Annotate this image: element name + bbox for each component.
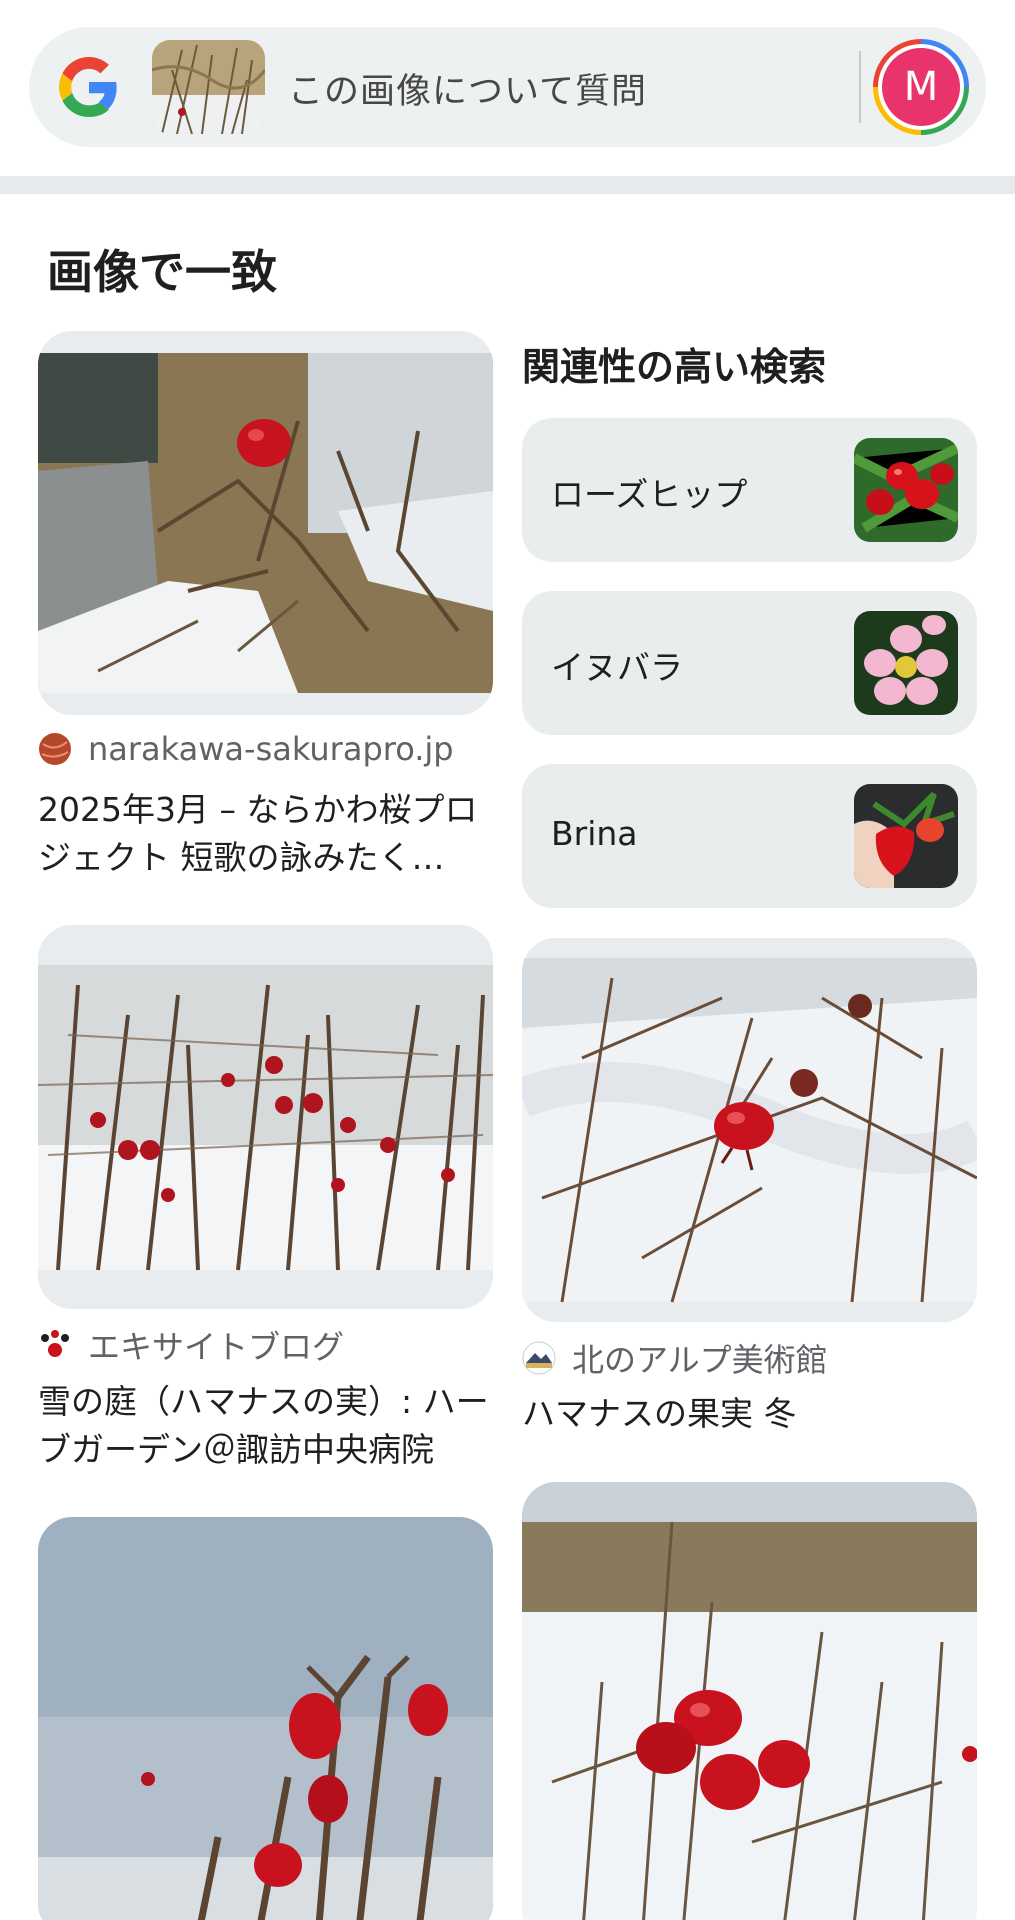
related-search-dog-rose[interactable]: イヌバラ	[522, 591, 977, 735]
result-title[interactable]: 2025年3月 – ならかわ桜プロジェクト 短歌の詠みたく…	[38, 786, 498, 882]
result-title[interactable]: ハマナスの果実 冬	[522, 1390, 982, 1438]
result-title[interactable]: 雪の庭（ハマナスの実）: ハーブガーデン＠諏訪中央病院	[38, 1378, 498, 1474]
related-search-rosehip[interactable]: ローズヒップ	[522, 418, 977, 562]
result-image[interactable]	[38, 925, 493, 1309]
source-name: narakawa-sakurapro.jp	[88, 730, 454, 768]
source-name: エキサイトブログ	[88, 1328, 345, 1366]
related-searches-heading: 関連性の高い検索	[522, 345, 827, 389]
related-search-label: イヌバラ	[551, 648, 683, 687]
section-title: 画像で一致	[47, 245, 277, 299]
result-image[interactable]	[522, 938, 977, 1322]
rosehip-thumbnail	[854, 438, 958, 542]
result-image[interactable]	[522, 1482, 977, 1920]
search-bar[interactable]: この画像について質問 M	[29, 27, 986, 147]
result-source[interactable]: narakawa-sakurapro.jp	[38, 730, 454, 768]
result-image[interactable]	[38, 1517, 493, 1920]
search-bar-divider	[859, 51, 861, 123]
result-source[interactable]: 北のアルプ美術館	[522, 1335, 828, 1381]
related-search-label: Brina	[551, 814, 638, 853]
strawberry-thumbnail	[854, 784, 958, 888]
top-bar: この画像について質問 M	[0, 0, 1015, 176]
site-favicon	[41, 1330, 69, 1357]
source-name: 北のアルプ美術館	[572, 1341, 828, 1379]
related-search-label: ローズヒップ	[551, 475, 748, 514]
search-prompt-text[interactable]: この画像について質問	[288, 63, 647, 114]
query-image-thumbnail[interactable]	[152, 40, 265, 134]
header-separator	[0, 176, 1015, 194]
related-search-brina[interactable]: Brina	[522, 764, 977, 908]
site-favicon	[522, 1341, 556, 1375]
site-favicon	[39, 733, 71, 765]
result-source[interactable]: エキサイトブログ	[38, 1322, 344, 1368]
avatar-initial: M	[882, 48, 960, 126]
google-g-icon[interactable]	[59, 57, 119, 117]
result-image[interactable]	[38, 331, 493, 715]
dog-rose-thumbnail	[854, 611, 958, 715]
account-avatar[interactable]: M	[873, 39, 969, 135]
